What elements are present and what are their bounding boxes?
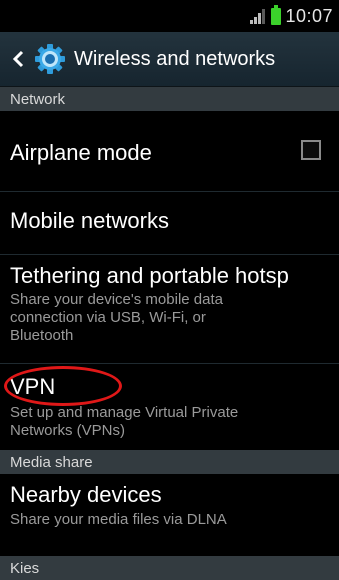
clock: 10:07 [285,5,333,26]
section-label: Kies [10,559,40,577]
status-bar: 10:07 [0,0,339,32]
setting-subtitle: Bluetooth [10,327,74,344]
setting-subtitle: Set up and manage Virtual Private [10,404,239,421]
setting-subtitle: Networks (VPNs) [10,422,126,439]
chevron-left-icon [12,50,24,68]
section-label: Network [10,90,66,108]
setting-subtitle: Share your media files via DLNA [10,511,227,528]
action-bar: Wireless and networks [0,32,339,87]
setting-tethering[interactable]: Tethering and portable hotsp Share your … [0,255,339,363]
setting-subtitle: Share your device's mobile data [10,291,223,308]
gear-icon[interactable] [34,43,66,75]
setting-vpn[interactable]: VPN Set up and manage Virtual Private Ne… [0,364,339,450]
section-header-media-share: Media share [0,450,339,474]
section-header-kies: Kies [0,556,339,580]
airplane-mode-checkbox[interactable] [301,140,321,160]
setting-title: Airplane mode [10,140,152,165]
setting-title: VPN [10,374,56,399]
status-icons: 10:07 [249,4,333,28]
page-title: Wireless and networks [74,47,276,70]
signal-icon [250,9,266,24]
section-header-network: Network [0,87,339,111]
section-label: Media share [10,453,93,471]
setting-subtitle: connection via USB, Wi-Fi, or [10,309,206,326]
setting-title: Mobile networks [10,208,169,233]
setting-nearby-devices[interactable]: Nearby devices Share your media files vi… [0,474,339,554]
setting-mobile-networks[interactable]: Mobile networks [0,192,339,254]
setting-title: Tethering and portable hotsp [10,263,289,288]
back-button[interactable] [8,32,28,86]
battery-icon [271,4,282,25]
setting-title: Nearby devices [10,482,162,507]
setting-airplane-mode[interactable]: Airplane mode [0,111,339,191]
